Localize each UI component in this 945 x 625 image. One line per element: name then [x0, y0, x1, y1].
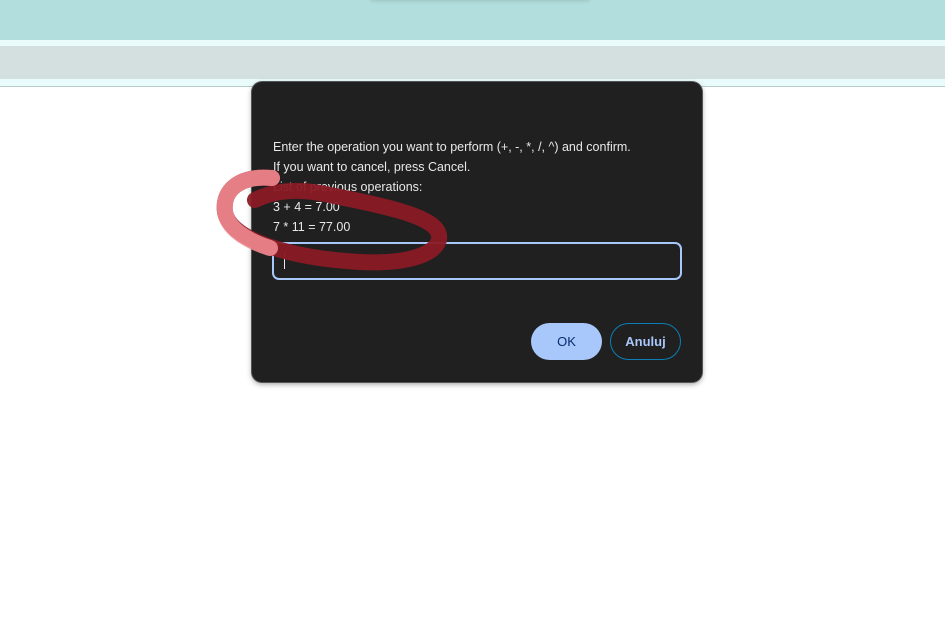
history-item: 7 * 11 = 77.00	[273, 220, 351, 234]
message-line: Enter the operation you want to perform …	[273, 140, 631, 154]
message-line: List of previous operations:	[273, 180, 423, 194]
cancel-button[interactable]: Anuluj	[610, 323, 681, 360]
prompt-dialog: Enter the operation you want to perform …	[252, 82, 702, 382]
text-caret	[284, 253, 285, 269]
page-subbar	[0, 46, 945, 79]
history-item: 3 + 4 = 7.00	[273, 200, 340, 214]
browser-header	[0, 0, 945, 40]
dialog-message: Enter the operation you want to perform …	[273, 137, 631, 237]
operation-input[interactable]	[272, 242, 682, 280]
ok-button[interactable]: OK	[531, 323, 602, 360]
message-line: If you want to cancel, press Cancel.	[273, 160, 471, 174]
